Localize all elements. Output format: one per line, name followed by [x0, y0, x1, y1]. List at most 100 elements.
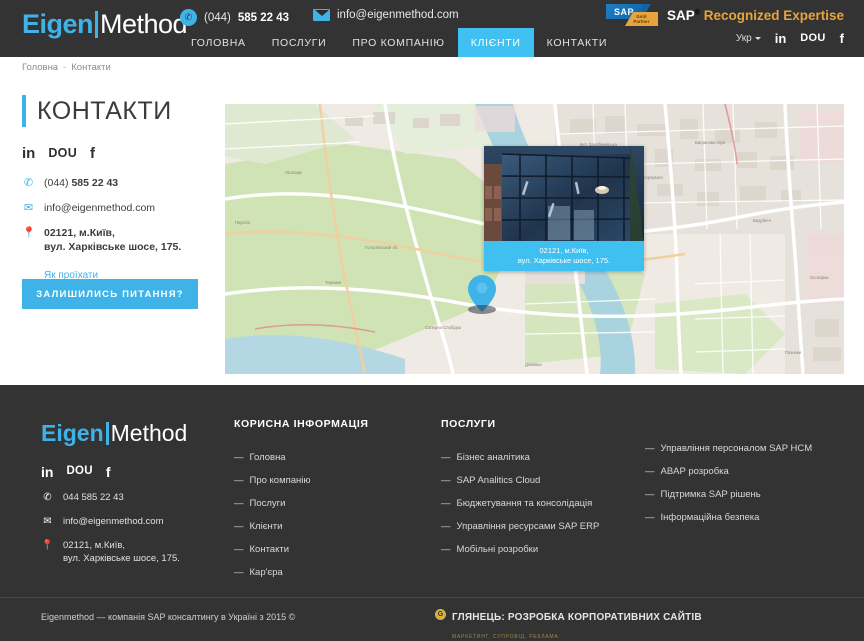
contact-email-text: info@eigenmethod.com: [44, 202, 156, 214]
sap-badge-text-gold: Recognized Expertise: [703, 7, 844, 23]
list-item: — Управління персоналом SAP HCM: [645, 443, 855, 454]
header-email[interactable]: info@eigenmethod.com: [313, 9, 459, 21]
footer-service-sap-hcm[interactable]: — Управління персоналом SAP HCM: [645, 443, 855, 454]
ask-question-button[interactable]: ЗАЛИШИЛИСЬ ПИТАННЯ?: [22, 279, 198, 309]
footer-link-label: Контакти: [249, 544, 290, 555]
dash: —: [645, 489, 655, 500]
svg-text:Теремки: Теремки: [325, 280, 342, 285]
footer-email-row[interactable]: ✉ info@eigenmethod.com: [41, 515, 221, 529]
mail-icon: ✉: [43, 516, 52, 527]
contact-phone-prefix: (044): [44, 177, 72, 189]
nav-item-about[interactable]: ПРО КОМПАНІЮ: [339, 28, 457, 57]
footer-logo[interactable]: Eigen Method: [41, 420, 187, 446]
mail-icon: ✉: [23, 202, 34, 214]
nav-item-clients[interactable]: КЛІЄНТИ: [457, 28, 534, 57]
footer-service-sap-support[interactable]: — Підтримка SAP рішень: [645, 489, 855, 500]
breadcrumb-current: Контакти: [71, 62, 111, 73]
contact-phone-number: 585 22 43: [71, 177, 119, 189]
contact-email-row[interactable]: ✉ info@eigenmethod.com: [22, 201, 212, 215]
nav-item-contacts[interactable]: КОНТАКТИ: [534, 28, 621, 57]
footer-service-abap[interactable]: — ABAP розробка: [645, 466, 855, 477]
sap-logo-icon: SAP Gold Partner: [606, 4, 658, 26]
header-utilities: Укр in DOU f: [736, 32, 844, 45]
svg-text:Осокорки: Осокорки: [810, 275, 829, 280]
footer-service-infosec[interactable]: — Інформаційна безпека: [645, 512, 855, 523]
linkedin-icon[interactable]: in: [775, 32, 787, 45]
list-item: — Кар'єра: [234, 567, 434, 578]
footer-link-home[interactable]: — Головна: [234, 452, 434, 463]
dou-icon[interactable]: DOU: [48, 147, 77, 160]
footer-useful-list: — Головна — Про компанію — Послуги — Клієнти…: [234, 452, 434, 578]
page-title: КОНТАКТИ: [22, 95, 172, 127]
footer-address-text: 02121, м.Київ, вул. Харківське шосе, 175…: [63, 539, 180, 565]
office-building-photo: [484, 146, 644, 241]
facebook-icon[interactable]: f: [840, 32, 844, 45]
footer-service-mobile-dev[interactable]: — Мобільні розробки: [441, 544, 641, 555]
footer-link-label: Клієнти: [249, 521, 283, 532]
breadcrumb-home[interactable]: Головна: [22, 62, 58, 73]
dash: —: [234, 498, 244, 509]
list-item: — Клієнти: [234, 521, 434, 532]
address-line-2: вул. Харківське шосе, 175.: [44, 241, 182, 253]
footer-link-label: ABAP розробка: [660, 466, 729, 477]
footer-service-budgeting[interactable]: — Бюджетування та консолідація: [441, 498, 641, 509]
office-card-line-2: вул. Харківське шосе, 175.: [517, 256, 611, 265]
footer-link-label: Про компанію: [249, 475, 311, 486]
dash: —: [441, 521, 451, 532]
footer-bottom-bar: Eigenmethod — компанія SAP консалтингу в…: [0, 597, 864, 641]
footer-service-sap-analytics-cloud[interactable]: — SAP Analitics Cloud: [441, 475, 641, 486]
footer-link-label: Управління персоналом SAP HCM: [660, 443, 813, 454]
footer-logo-text-eigen: Eigen: [41, 420, 104, 446]
footer-link-about[interactable]: — Про компанію: [234, 475, 434, 486]
nav-item-home[interactable]: ГОЛОВНА: [178, 28, 259, 57]
footer-email-text: info@eigenmethod.com: [63, 516, 164, 527]
address-line-1: 02121, м.Київ,: [44, 227, 115, 239]
developer-subtitle: МАРКЕТИНГ, СУПРОВІД, РЕКЛАМА: [452, 634, 559, 640]
header-phone-number: 585 22 43: [237, 11, 290, 24]
list-item: — Підтримка SAP рішень: [645, 489, 855, 500]
page-title-text: КОНТАКТИ: [37, 96, 172, 125]
footer-link-label: Управління ресурсами SAP ERP: [456, 521, 600, 532]
dou-icon[interactable]: DOU: [800, 33, 825, 44]
map-marker-icon[interactable]: [467, 274, 497, 316]
dou-icon[interactable]: DOU: [66, 466, 92, 478]
dash: —: [234, 521, 244, 532]
svg-text:Саперна Слобідка: Саперна Слобідка: [425, 325, 462, 330]
nav-item-services[interactable]: ПОСЛУГИ: [259, 28, 340, 57]
mail-icon: [313, 9, 330, 21]
language-label: Укр: [735, 33, 752, 44]
language-selector[interactable]: Укр: [736, 33, 761, 44]
footer-address-row: 📍 02121, м.Київ, вул. Харківське шосе, 1…: [41, 539, 221, 565]
footer-phone-text: 044 585 22 43: [63, 492, 124, 503]
main-nav: ГОЛОВНА ПОСЛУГИ ПРО КОМПАНІЮ КЛІЄНТИ КОН…: [178, 28, 620, 57]
footer-service-business-analytics[interactable]: — Бізнес аналітика: [441, 452, 641, 463]
facebook-icon[interactable]: f: [90, 146, 95, 161]
dash: —: [234, 544, 244, 555]
header-phone[interactable]: ✆ (044) 585 22 43: [180, 9, 289, 26]
footer-address-line-1: 02121, м.Київ,: [63, 540, 126, 551]
location-map[interactable]: Лісопарк Голосіївський ліс Саперна Слобі…: [225, 104, 844, 374]
footer-link-label: Мобільні розробки: [456, 544, 539, 555]
copyright-text: Eigenmethod — компанія SAP консалтингу в…: [41, 612, 296, 622]
footer-link-clients[interactable]: — Клієнти: [234, 521, 434, 532]
linkedin-icon[interactable]: in: [41, 465, 53, 479]
footer-link-career[interactable]: — Кар'єра: [234, 567, 434, 578]
footer-social-links: in DOU f: [41, 465, 111, 479]
office-photo-card[interactable]: 02121, м.Київ, вул. Харківське шосе, 175…: [484, 146, 644, 271]
footer-address-line-2: вул. Харківське шосе, 175.: [63, 553, 180, 564]
contact-address-row: 📍 02121, м.Київ, вул. Харківське шосе, 1…: [22, 226, 212, 254]
footer-service-sap-erp[interactable]: — Управління ресурсами SAP ERP: [441, 521, 641, 532]
dash: —: [234, 475, 244, 486]
svg-text:Лісопарк: Лісопарк: [285, 170, 302, 175]
facebook-icon[interactable]: f: [106, 465, 111, 479]
footer-link-services[interactable]: — Послуги: [234, 498, 434, 509]
developer-credit[interactable]: G ГЛЯНЕЦЬ: РОЗРОБКА КОРПОРАТИВНИХ САЙТІВ…: [435, 607, 702, 641]
list-item: — Про компанію: [234, 475, 434, 486]
header-phone-prefix: (044): [204, 11, 231, 24]
site-logo[interactable]: Eigen Method: [22, 9, 188, 39]
footer-phone-row[interactable]: ✆ 044 585 22 43: [41, 491, 221, 505]
contact-phone-row[interactable]: ✆ (044) 585 22 43: [22, 176, 212, 190]
footer-link-contacts[interactable]: — Контакти: [234, 544, 434, 555]
chevron-down-icon: [754, 37, 761, 40]
linkedin-icon[interactable]: in: [22, 146, 35, 161]
